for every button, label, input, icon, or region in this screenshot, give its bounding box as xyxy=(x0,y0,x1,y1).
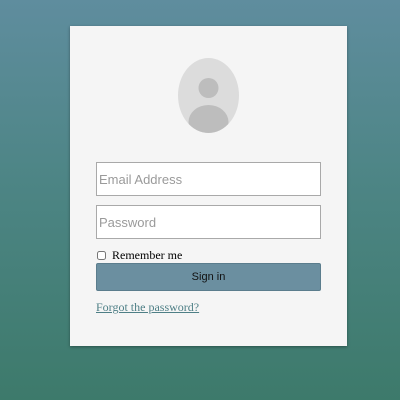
sign-in-button[interactable]: Sign in xyxy=(96,263,321,291)
remember-me-checkbox[interactable] xyxy=(97,250,106,260)
password-input[interactable] xyxy=(96,205,321,239)
email-input[interactable] xyxy=(96,162,321,196)
remember-me-label: Remember me xyxy=(112,247,183,262)
user-avatar-icon xyxy=(178,58,239,133)
login-card: Remember me Sign in Forgot the password? xyxy=(70,26,347,346)
forgot-password-link[interactable]: Forgot the password? xyxy=(96,300,199,315)
remember-me-row[interactable]: Remember me xyxy=(97,248,182,262)
